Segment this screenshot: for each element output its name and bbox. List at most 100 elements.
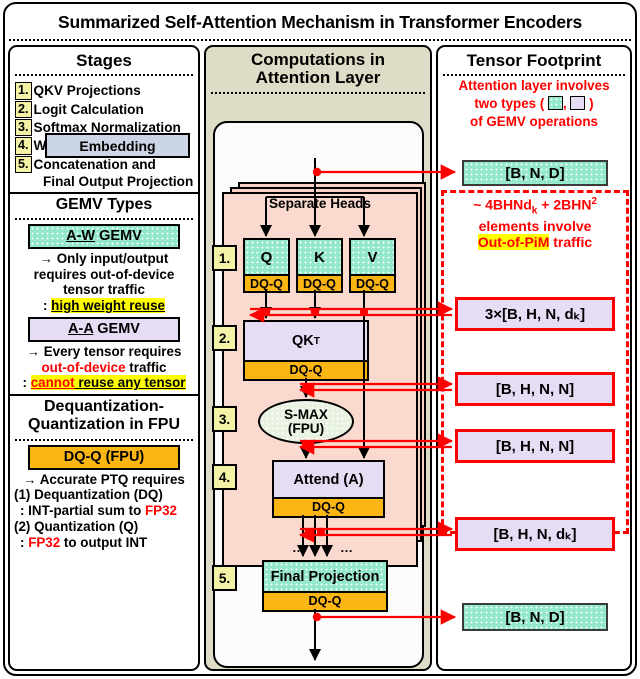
gemv-divider: [15, 218, 193, 221]
aa-highlight: reuse any tensor: [74, 375, 186, 391]
pim-line3-rest: traffic: [549, 234, 593, 251]
pim-expr-b: + 2BHN: [537, 196, 592, 213]
stage-number: 2.: [15, 100, 32, 119]
v-box: V DQ-Q: [349, 238, 396, 293]
aw-colon: :: [42, 297, 52, 313]
stage-number: 4.: [15, 137, 32, 155]
tensor-box-top: [B, N, D]: [462, 160, 608, 186]
note-prefix: two types (: [474, 96, 548, 112]
dq-heading-line2: Quantization in FPU: [28, 416, 180, 434]
list-item: 5. Concatenation and: [15, 155, 194, 174]
pim-note-line1: ~ 4BHNdk + 2BHN2: [443, 196, 627, 218]
qkt-transpose: T: [313, 335, 320, 347]
list-item: 1. QKV Projections: [15, 82, 194, 100]
computations-heading-line1: Computations in: [250, 50, 386, 69]
mint-swatch-icon: [548, 96, 563, 111]
q-dqq-label: DQ-Q: [245, 274, 288, 291]
qkt-label: QK T: [245, 322, 367, 360]
aw-desc-line1: → Only input/output: [39, 251, 169, 267]
dq-desc-line4: (2) Quantization (Q): [14, 519, 139, 535]
final-projection-box: Final Projection DQ-Q: [262, 560, 388, 612]
tensor-box-3: [B, H, N, N]: [455, 429, 615, 463]
pim-note: ~ 4BHNdk + 2BHN2 elements involve Out-of…: [443, 196, 627, 251]
note-suffix: ): [585, 96, 594, 112]
qkt-dqq-label: DQ-Q: [245, 360, 367, 379]
aa-colon: :: [22, 375, 31, 391]
pim-note-line2: elements involve: [478, 217, 592, 234]
lavender-swatch-icon: [570, 96, 586, 111]
qkt-box: QK T DQ-Q: [243, 320, 369, 381]
aw-highlight: high weight reuse: [51, 297, 166, 313]
aw-gemv-underline: A-W: [66, 228, 96, 245]
aa-desc-line3: : cannot reuse any tensor: [10, 375, 198, 391]
dq-line3-red: FP32: [145, 503, 178, 519]
pim-note-line3: Out-of-PiM traffic: [443, 234, 627, 251]
computations-heading-line2: Attention Layer: [255, 68, 381, 88]
aa-red-text: out-of-device: [41, 359, 126, 375]
tensor-box-4: [B, H, N, dₖ]: [455, 517, 615, 551]
page-title: Summarized Self-Attention Mechanism in T…: [57, 11, 582, 32]
diagram-root: Summarized Self-Attention Mechanism in T…: [0, 0, 640, 679]
final-projection-label: Final Projection: [270, 568, 380, 585]
stage-label: Logit Calculation: [33, 101, 144, 117]
stage-number: 1.: [15, 82, 32, 100]
ellipsis-right: …: [340, 540, 353, 555]
dq-desc-line3: : INT-partial sum to FP32: [10, 503, 198, 519]
stage-tag-3: 3.: [212, 406, 237, 432]
embedding-box: Embedding: [45, 133, 190, 158]
tensor-box-bottom: [B, N, D]: [462, 603, 608, 631]
note-comma: ,: [563, 96, 571, 112]
ellipsis-left: …: [292, 540, 305, 555]
stage-tag-2: 2.: [212, 325, 237, 351]
stage-tag-1: 1.: [212, 245, 237, 271]
v-dqq-label: DQ-Q: [351, 274, 394, 291]
aa-rest-text: traffic: [125, 359, 167, 375]
q-box: Q DQ-Q: [243, 238, 290, 293]
aa-desc-line1: → Every tensor requires: [26, 344, 182, 360]
final-projection-dqq-label: DQ-Q: [264, 591, 386, 610]
q-label: Q: [260, 248, 273, 266]
aa-gemv-chip: A-A GEMV: [28, 317, 180, 343]
dq-line5-rest: to output INT: [60, 535, 148, 551]
aa-desc-line2: out-of-device traffic: [10, 360, 198, 376]
computations-divider: [211, 91, 425, 94]
dq-divider: [15, 438, 193, 441]
v-label: V: [367, 248, 378, 266]
tensor-footprint-heading: Tensor Footprint: [466, 51, 602, 70]
softmax-ellipse: S-MAX (FPU): [258, 399, 354, 444]
k-dqq-label: DQ-Q: [298, 274, 341, 291]
softmax-label-line2: (FPU): [287, 420, 325, 436]
dq-desc-line2: (1) Dequantization (DQ): [14, 487, 163, 503]
tensor-note-line1: Attention layer involves: [458, 78, 610, 94]
pim-expr-sup: 2: [591, 196, 597, 207]
dq-line5-prefix: :: [20, 535, 29, 551]
stages-heading: Stages: [76, 51, 132, 70]
k-box: K DQ-Q: [296, 238, 343, 293]
aa-highlight-red: cannot: [30, 375, 75, 391]
tensor-box-2: [B, H, N, N]: [455, 372, 615, 406]
attend-label: Attend (A): [293, 471, 364, 488]
attend-box: Attend (A) DQ-Q: [272, 460, 385, 518]
stage-label: Concatenation and: [33, 156, 156, 172]
dq-line3-prefix: : INT-partial sum to: [20, 503, 145, 519]
pim-highlight: Out-of-PiM: [477, 234, 550, 251]
tensor-note-line3: of GEMV operations: [470, 113, 598, 129]
qkt-text: QK: [292, 333, 314, 349]
aw-gemv-chip: A-W GEMV: [28, 224, 180, 250]
stage-number: 5.: [15, 155, 32, 174]
pim-expr-a: ~ 4BHNd: [473, 196, 532, 213]
stage-number: 3.: [15, 119, 32, 137]
stage-label-continued: Final Output Projection: [43, 174, 194, 190]
softmax-label-line1: S-MAX: [284, 406, 328, 422]
gemv-heading: GEMV Types: [55, 195, 153, 213]
stage-tag-4: 4.: [212, 464, 237, 490]
list-item: 2. Logit Calculation: [15, 100, 194, 119]
separate-heads-label: Separate Heads: [268, 196, 371, 211]
title-divider: [9, 39, 631, 41]
tensor-box-1: 3×[B, H, N, dₖ]: [455, 297, 615, 331]
dqq-fpu-chip: DQ-Q (FPU): [28, 444, 180, 470]
k-label: K: [314, 248, 325, 266]
stage-tag-5: 5.: [212, 565, 237, 591]
aw-desc-line3: tensor traffic: [63, 282, 145, 298]
dq-line5-red: FP32: [28, 535, 61, 551]
